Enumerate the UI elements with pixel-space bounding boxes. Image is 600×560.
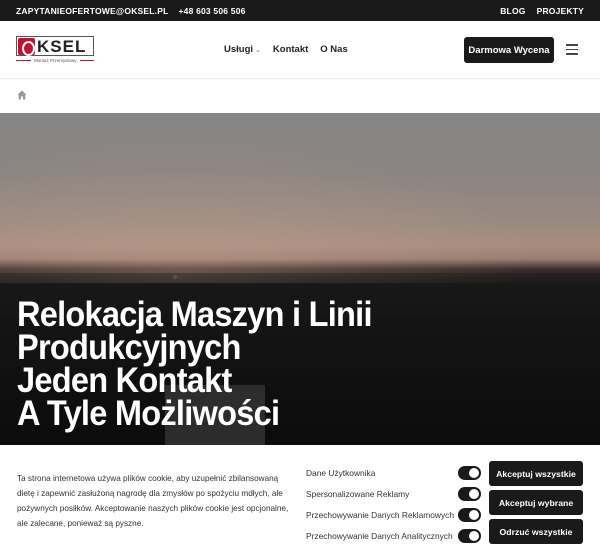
accept-selected-button[interactable]: Akceptuj wybrane (489, 490, 583, 515)
headline-line: A Tyle Możliwości (17, 394, 280, 433)
hero-detail (173, 275, 177, 279)
nav-item-kontakt[interactable]: Kontakt (273, 44, 308, 55)
nav-item-label: Kontakt (272, 44, 309, 55)
logo-rule-left (16, 60, 31, 61)
cookie-buttons: Akceptuj wszystkie Akceptuj wybrane Odrz… (489, 461, 583, 548)
analytics-storage-toggle[interactable] (458, 528, 481, 543)
chevron-down-icon: ⌄ (255, 46, 261, 54)
user-data-toggle[interactable] (458, 465, 481, 480)
cookie-banner: Ta strona internetowa używa plików cooki… (0, 445, 600, 560)
headline-line: Relokacja Maszyn i Linii (17, 295, 373, 334)
logo-rule-right (80, 60, 94, 61)
logo-o-mark (18, 37, 35, 56)
toggle-row-ad-storage: Przechowywanie Danych Reklamowych (306, 504, 481, 525)
ad-storage-toggle[interactable] (458, 507, 481, 522)
logo-text: KSEL (37, 36, 87, 56)
main-nav: Usługi ⌄ Kontakt O Nas (224, 21, 348, 78)
hamburger-icon[interactable] (566, 44, 578, 55)
toggle-label: Spersonalizowane Reklamy (306, 488, 410, 499)
hero-headline: Relokacja Maszyn i Linii Produkcyjnych J… (17, 295, 445, 433)
email-link[interactable]: ZAPYTANIEOFERTOWE@OKSEL.PL (16, 6, 169, 16)
logo-box: KSEL (16, 36, 94, 56)
toggle-row-user-data: Dane Użytkownika (306, 462, 481, 483)
nav-item-uslugi[interactable]: Usługi ⌄ (224, 44, 261, 55)
personalized-ads-toggle[interactable] (458, 486, 481, 501)
breadcrumb (0, 80, 600, 114)
contact-info: ZAPYTANIEOFERTOWE@OKSEL.PL +48 603 506 5… (16, 6, 246, 16)
site-header: KSEL Montaż Przemysłowy Usługi ⌄ Kontakt… (0, 21, 600, 79)
hero-section: Relokacja Maszyn i Linii Produkcyjnych J… (0, 113, 600, 445)
headline-line: Jeden Kontakt (17, 361, 232, 400)
toggle-label: Przechowywanie Danych Reklamowych (306, 509, 455, 520)
logo[interactable]: KSEL Montaż Przemysłowy (16, 36, 94, 64)
toggle-row-personalized-ads: Spersonalizowane Reklamy (306, 483, 481, 504)
cookie-text: Ta strona internetowa używa plików cooki… (17, 474, 289, 528)
toggle-label: Przechowywanie Danych Analitycznych (306, 530, 453, 541)
toggle-row-analytics-storage: Przechowywanie Danych Analitycznych (306, 525, 481, 546)
logo-tagline: Montaż Przemysłowy (34, 58, 77, 63)
nav-item-label: O Nas (320, 44, 348, 55)
phone-link[interactable]: +48 603 506 506 (179, 6, 246, 16)
reject-all-button[interactable]: Odrzuć wszystkie (489, 519, 583, 544)
hero-sky (0, 113, 600, 283)
toggle-label: Dane Użytkownika (306, 467, 376, 478)
headline-line: Produkcyjnych (17, 328, 241, 367)
top-bar: ZAPYTANIEOFERTOWE@OKSEL.PL +48 603 506 5… (0, 0, 600, 21)
accept-all-button[interactable]: Akceptuj wszystkie (489, 461, 583, 486)
nav-item-label: Usługi (224, 44, 254, 55)
blog-link[interactable]: BLOG (500, 6, 525, 16)
free-quote-button[interactable]: Darmowa Wycena (464, 37, 554, 63)
cookie-toggles: Dane Użytkownika Spersonalizowane Reklam… (306, 462, 481, 546)
top-links: BLOG PROJEKTY (500, 6, 584, 16)
nav-item-o-nas[interactable]: O Nas (320, 44, 347, 55)
home-icon[interactable] (17, 90, 27, 100)
projects-link[interactable]: PROJEKTY (537, 6, 584, 16)
